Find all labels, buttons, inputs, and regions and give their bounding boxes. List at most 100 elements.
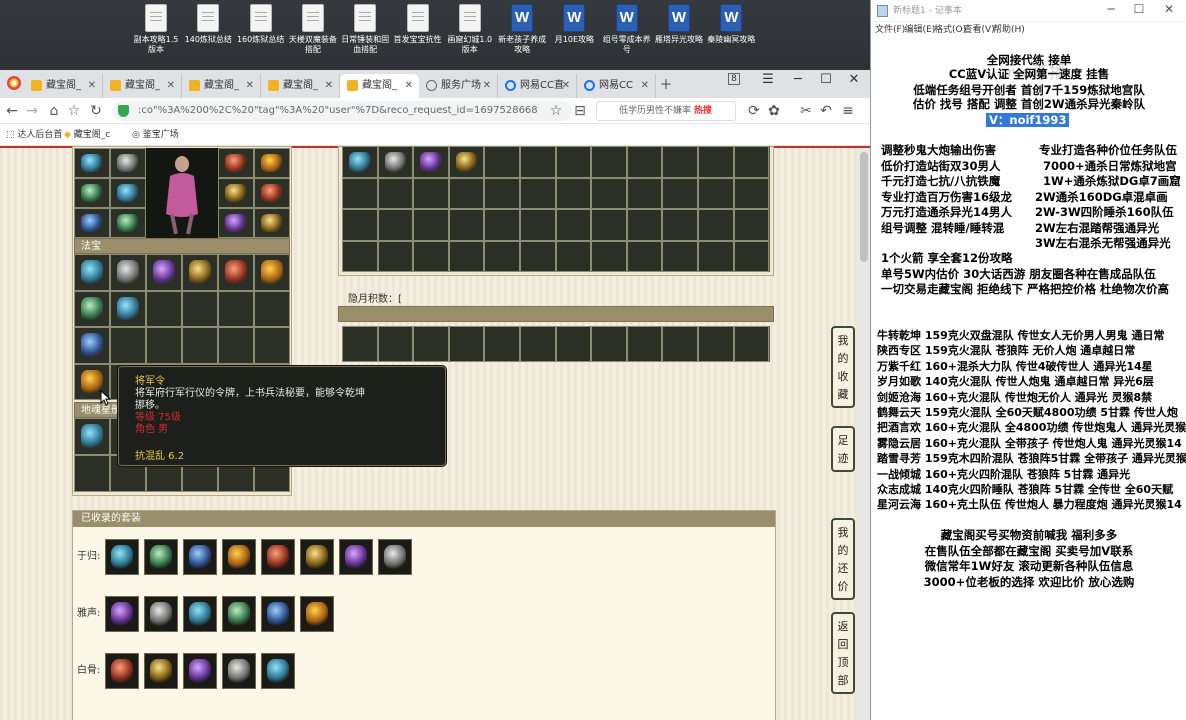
item-slot-empty[interactable] [484,146,520,178]
set-item-slot[interactable] [222,653,256,689]
item-slot-empty[interactable] [448,177,485,209]
my-bargain-button[interactable]: 我的还价 [831,518,855,600]
item-slot-empty[interactable] [377,240,414,272]
browser-tab[interactable]: 藏宝阁_ ✕ [182,74,261,98]
item-slot-empty[interactable] [555,177,592,209]
item-slot-empty[interactable] [733,240,770,272]
set-item-slot[interactable] [222,596,256,632]
extension-icon[interactable]: ⊟ [570,101,590,121]
set-item-slot[interactable] [183,539,217,575]
notepad-minimize-button[interactable]: ─ [1099,2,1123,16]
item-slot-filled[interactable] [413,146,449,178]
item-slot-empty[interactable] [484,177,520,209]
tab-close-icon[interactable]: ✕ [562,74,570,98]
item-slot-empty[interactable] [697,146,734,178]
item-slot-empty[interactable] [626,209,663,241]
search-box[interactable]: 低学历男性不嫌率 热搜 [596,101,736,121]
refresh-icon[interactable]: ↻ [86,101,106,121]
item-slot-filled[interactable] [74,178,110,208]
browser-tab[interactable]: 网易CC直 ✕ [498,74,577,98]
item-slot-filled[interactable] [254,148,290,178]
item-slot-empty[interactable] [555,326,592,362]
item-slot-empty[interactable] [662,146,698,178]
item-slot-empty[interactable] [448,326,485,362]
bookmark-item[interactable]: ◆ 藏宝阁_c [64,124,110,146]
item-slot-empty[interactable] [697,209,734,241]
item-slot-empty[interactable] [342,240,378,272]
item-slot-filled[interactable] [218,148,254,178]
item-slot-empty[interactable] [733,146,770,178]
item-slot-filled[interactable] [110,178,146,208]
item-slot-filled[interactable] [74,418,110,455]
address-bar[interactable]: :co"%3A%200%2C%20"tag"%3A%20"user"%7D&re… [112,101,572,121]
puzzle-icon[interactable]: ✿ [764,101,784,121]
back-to-top-button[interactable]: 返回顶部 [831,612,855,694]
desktop-file-icon[interactable]: W 新老孩子养成攻略 [496,4,548,66]
browser-tab[interactable]: 服务广场 ✕ [419,74,498,98]
star-icon[interactable]: ☆ [546,101,566,121]
item-slot-empty[interactable] [626,146,663,178]
tab-close-icon[interactable]: ✕ [325,74,333,98]
browser-tab[interactable]: 网易CC ✕ [577,74,656,98]
item-slot-filled[interactable] [448,146,485,178]
set-item-slot[interactable] [339,539,373,575]
item-slot-empty[interactable] [254,327,290,364]
item-slot-empty[interactable] [448,240,485,272]
item-slot-empty[interactable] [697,326,734,362]
tab-close-icon[interactable]: ✕ [167,74,175,98]
item-slot-empty[interactable] [519,326,556,362]
set-item-slot[interactable] [261,539,295,575]
bookmark-item[interactable]: ⬚ 达人后台首 [6,124,62,146]
tab-close-icon[interactable]: ✕ [641,74,649,98]
desktop-file-icon[interactable]: W 秦陵幽冥攻略 [705,4,757,66]
tab-count-badge[interactable]: 8 [728,73,740,85]
close-button[interactable]: ✕ [840,72,868,87]
item-slot-empty[interactable] [662,177,698,209]
item-slot-empty[interactable] [342,326,378,362]
item-slot-empty[interactable] [555,146,592,178]
item-slot-filled[interactable] [110,148,146,178]
item-slot-empty[interactable] [591,240,627,272]
notepad-menu-item[interactable]: 帮助(H) [993,22,1025,38]
item-slot-empty[interactable] [448,209,485,241]
set-item-slot[interactable] [222,539,256,575]
desktop-file-icon[interactable]: 副本攻略1.5版本 [130,4,182,66]
notepad-menu-item[interactable]: 文件(F) [875,22,905,38]
tab-close-icon[interactable]: ✕ [483,74,491,98]
new-tab-button[interactable]: ＋ [652,74,680,93]
item-slot-empty[interactable] [591,177,627,209]
item-slot-empty[interactable] [662,326,698,362]
item-slot-filled[interactable] [110,254,146,291]
item-slot-filled[interactable] [74,148,110,178]
notepad-menu-item[interactable]: 编辑(E) [905,22,936,38]
desktop-file-icon[interactable]: W 月10E攻略 [548,4,600,66]
item-slot-filled[interactable] [218,178,254,208]
item-slot-empty[interactable] [413,326,449,362]
set-item-slot[interactable] [105,596,139,632]
search-text[interactable]: 低学历男性不嫌率 [619,106,691,116]
item-slot-empty[interactable] [146,290,182,327]
tab-close-icon[interactable]: ✕ [405,74,413,98]
item-slot-empty[interactable] [733,177,770,209]
item-slot-empty[interactable] [254,290,290,327]
bookmark-star-icon[interactable]: ☆ [64,101,84,121]
undo-icon[interactable]: ↶ [816,101,836,121]
set-item-slot[interactable] [261,653,295,689]
item-slot-empty[interactable] [697,240,734,272]
item-slot-filled[interactable] [254,208,290,238]
item-slot-filled[interactable] [74,254,110,291]
item-slot-empty[interactable] [377,209,414,241]
page-scrollbar[interactable] [858,148,870,720]
item-slot-empty[interactable] [519,240,556,272]
notepad-menu-item[interactable]: 格式(O) [934,22,966,38]
item-slot-filled[interactable] [342,146,378,178]
item-slot-empty[interactable] [626,240,663,272]
set-item-slot[interactable] [183,596,217,632]
item-slot-empty[interactable] [342,209,378,241]
browser-tab[interactable]: 藏宝阁_ ✕ [261,74,340,98]
item-slot-empty[interactable] [110,327,146,364]
item-slot-filled[interactable] [146,254,182,291]
item-slot-empty[interactable] [484,240,520,272]
set-item-slot[interactable] [144,596,178,632]
browser-tab[interactable]: 藏宝阁_ ✕ [24,74,103,98]
